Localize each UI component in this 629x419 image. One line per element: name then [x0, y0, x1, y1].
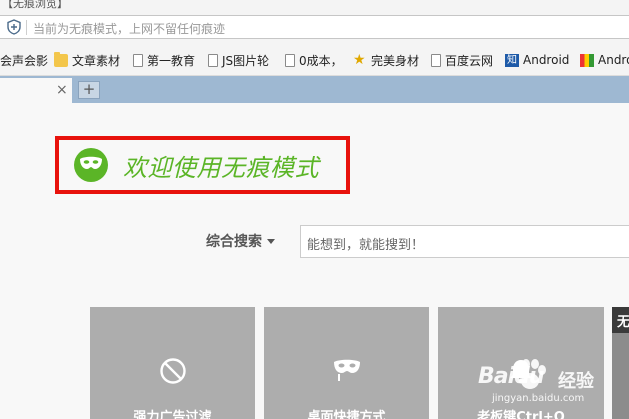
bookmark-item[interactable]: 百度云网: [431, 52, 493, 68]
bookmark-label: 第一教育: [147, 53, 196, 68]
folder-icon: [54, 51, 68, 67]
bookmark-label: JS图片轮: [222, 53, 270, 68]
banner-title: 欢迎使用无痕模式: [123, 153, 319, 182]
tile-desktop-shortcut[interactable]: 桌面快捷方式: [264, 307, 429, 419]
bookmark-label: 文章素材: [72, 53, 121, 68]
bookmark-item[interactable]: 0成本，: [285, 52, 343, 68]
mask-icon: [333, 359, 360, 381]
tile-label: 无: [617, 315, 629, 330]
search-engine-dropdown[interactable]: 综合搜索: [206, 231, 275, 251]
bookmark-label: 完美身材: [371, 53, 420, 68]
address-placeholder: 当前为无痕模式，上网不留任何痕迹: [33, 22, 226, 36]
watermark-brand: Baidu: [478, 364, 545, 389]
baidu-jingyan-watermark: Baidu 经验 jingyan.baidu.com: [478, 356, 608, 412]
mask-icon: [74, 148, 108, 182]
page-icon: [285, 53, 295, 67]
bookmark-label: 0成本，: [299, 53, 343, 68]
tile-label: 桌面快捷方式: [307, 410, 386, 419]
tile-ad-block[interactable]: 强力广告过滤: [90, 307, 255, 419]
mosaic-icon: [580, 53, 594, 67]
tile-partial[interactable]: 无: [612, 307, 629, 419]
page-icon: [133, 53, 143, 67]
new-tab-button[interactable]: +: [78, 81, 100, 99]
bookmark-label: Android: [523, 53, 570, 67]
bookmark-item[interactable]: 知 Android: [505, 52, 569, 68]
address-divider: [26, 20, 27, 35]
bookmark-item[interactable]: 会声会影: [0, 52, 48, 68]
bookmark-label: 会声会影: [0, 53, 49, 68]
tab-incognito[interactable]: ×: [0, 78, 72, 103]
close-icon[interactable]: ×: [56, 83, 68, 97]
address-input[interactable]: 当前为无痕模式，上网不留任何痕迹: [0, 15, 629, 39]
bookmark-item[interactable]: JS图片轮: [208, 52, 269, 68]
bookmark-item[interactable]: 第一教育: [133, 52, 195, 68]
bookmark-item[interactable]: 文章素材: [54, 51, 121, 68]
bookmark-label: Andro: [598, 53, 629, 67]
page-icon: [431, 53, 441, 67]
tile-partial-header: 无: [612, 307, 629, 333]
page-icon: [208, 53, 218, 67]
tab-bar: × +: [0, 76, 629, 103]
bookmark-item[interactable]: ★ 完美身材: [353, 52, 419, 68]
welcome-banner: 欢迎使用无痕模式: [55, 136, 350, 194]
shield-icon[interactable]: [6, 19, 22, 35]
watermark-suffix: 经验: [558, 371, 594, 392]
zhihu-icon: 知: [505, 53, 519, 67]
block-icon: [159, 358, 186, 384]
search-placeholder: 能想到，就能搜到！: [307, 238, 425, 253]
address-bar: 当前为无痕模式，上网不留任何痕迹: [0, 10, 629, 44]
tile-label: 强力广告过滤: [133, 410, 212, 419]
search-engine-label: 综合搜索: [206, 234, 262, 250]
watermark-url: jingyan.baidu.com: [492, 393, 585, 404]
bookmark-label: 百度云网: [445, 53, 494, 68]
bookmarks-bar: 会声会影 文章素材 第一教育 JS图片轮 0成本， ★ 完美身材 百度云网 知 …: [0, 44, 629, 76]
caret-down-icon: [267, 238, 275, 244]
bookmark-item[interactable]: Andro: [580, 52, 629, 68]
search-input[interactable]: 能想到，就能搜到！: [300, 225, 629, 258]
star-icon: ★: [353, 51, 366, 68]
window-title: 【无痕浏览】: [2, 0, 68, 10]
window-title-bar: 【无痕浏览】: [0, 0, 629, 10]
